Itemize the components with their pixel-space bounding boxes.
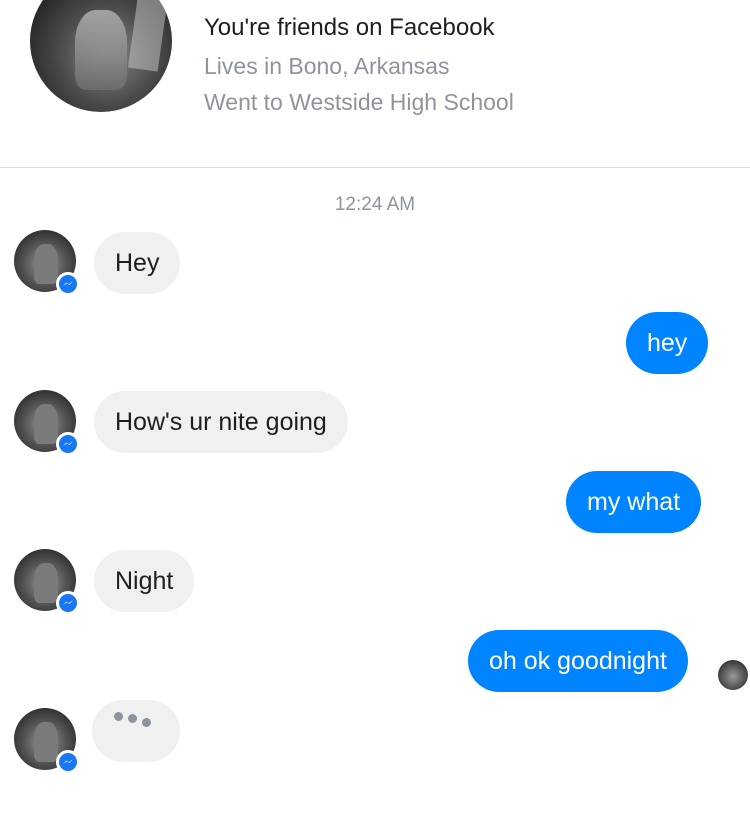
message-bubble-outgoing[interactable]: hey: [626, 312, 709, 374]
contact-avatar[interactable]: [14, 230, 80, 296]
typing-dot: [128, 714, 137, 723]
messenger-icon: [56, 591, 80, 615]
typing-dot: [114, 712, 123, 721]
contact-avatar[interactable]: [14, 390, 80, 456]
avatar-figure: [34, 563, 58, 603]
message-bubble-outgoing[interactable]: oh ok goodnight: [468, 630, 688, 692]
message-bubble-incoming[interactable]: Hey: [94, 232, 181, 294]
messenger-icon: [56, 750, 80, 774]
friends-status: You're friends on Facebook: [204, 14, 495, 41]
avatar-figure: [34, 244, 58, 284]
message-bubble-outgoing[interactable]: my what: [566, 471, 702, 533]
profile-photo[interactable]: [30, 0, 172, 112]
photo-figure: [75, 10, 127, 90]
photo-mirror-glare: [127, 0, 171, 72]
school-text: Went to Westside High School: [204, 89, 514, 115]
profile-info: You're friends on Facebook Lives in Bono…: [204, 14, 514, 116]
message-timestamp: 12:24 AM: [334, 194, 416, 215]
messenger-icon: [56, 432, 80, 456]
avatar-figure: [34, 404, 58, 444]
message-bubble-incoming[interactable]: Night: [94, 550, 195, 612]
profile-header: You're friends on Facebook Lives in Bono…: [0, 0, 750, 168]
lives-in-text: Lives in Bono, Arkansas: [204, 53, 450, 79]
contact-avatar[interactable]: [14, 549, 80, 615]
messenger-icon: [56, 272, 80, 296]
message-bubble-incoming[interactable]: How's ur nite going: [94, 391, 348, 453]
typing-dot: [142, 718, 151, 727]
read-receipt-avatar: [718, 660, 748, 690]
avatar-figure: [34, 722, 58, 762]
typing-indicator: [92, 700, 180, 762]
contact-avatar[interactable]: [14, 708, 80, 774]
